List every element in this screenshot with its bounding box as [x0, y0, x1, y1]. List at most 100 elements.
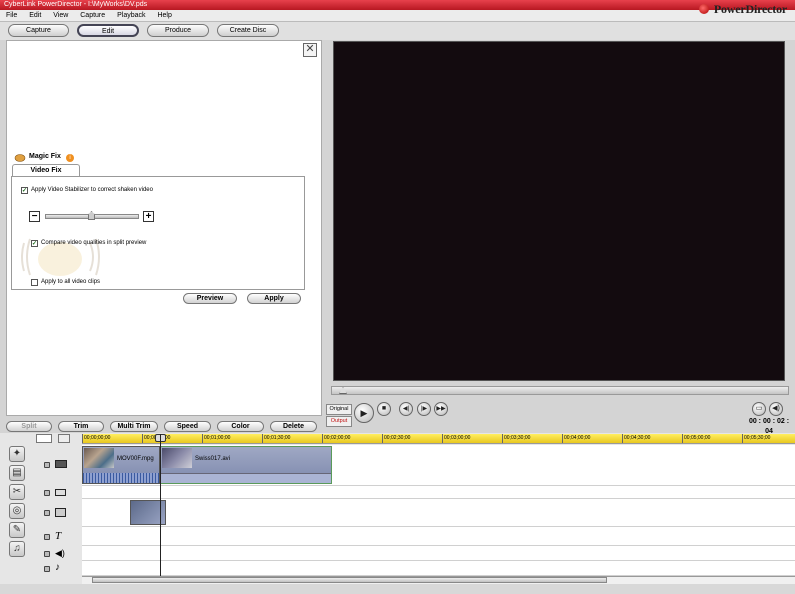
- pip-track[interactable]: [82, 499, 795, 527]
- timeline-view-icon[interactable]: [36, 434, 52, 443]
- music-track-icon: ♪: [55, 562, 60, 573]
- compare-checkbox[interactable]: ✓: [31, 240, 38, 247]
- play-button[interactable]: ▶: [354, 403, 374, 423]
- ruler-label: 00;03;30;00: [502, 434, 531, 443]
- pip-track-icon: [55, 508, 66, 517]
- effects-icon[interactable]: ✂: [9, 484, 25, 500]
- video-clip[interactable]: MOV00F.mpg: [82, 446, 160, 484]
- lock-icon[interactable]: [44, 534, 50, 540]
- video-track-icon: [55, 460, 67, 468]
- seek-bar[interactable]: [331, 386, 789, 395]
- title-track-icon: T: [55, 530, 62, 542]
- menu-view[interactable]: View: [53, 12, 68, 19]
- menu-capture[interactable]: Capture: [80, 12, 105, 19]
- previous-frame-button[interactable]: ◀|: [399, 402, 413, 416]
- video-clip[interactable]: Swiss017.avi: [160, 446, 332, 484]
- scrollbar-thumb[interactable]: [92, 577, 607, 583]
- display-button[interactable]: ▭: [752, 402, 766, 416]
- clip-thumbnail: [162, 448, 192, 468]
- music-track[interactable]: [82, 561, 795, 576]
- apply-button[interactable]: Apply: [247, 293, 301, 304]
- ruler-label: 00;00;00;00: [82, 434, 111, 443]
- close-panel-button[interactable]: ✕: [303, 43, 317, 57]
- title-icon[interactable]: ✎: [9, 522, 25, 538]
- clip-thumbnail: [84, 448, 114, 468]
- timecode-display: 00 : 00 : 02 : 04: [748, 418, 790, 435]
- lock-icon[interactable]: [44, 462, 50, 468]
- next-frame-button[interactable]: |▶: [417, 402, 431, 416]
- status-bar: [0, 584, 795, 594]
- preview-window: [333, 41, 785, 381]
- ruler-label: 00;04;00;00: [562, 434, 591, 443]
- volume-button[interactable]: ◀): [769, 402, 783, 416]
- info-icon[interactable]: i: [66, 154, 74, 162]
- create-disc-mode-button[interactable]: Create Disc: [217, 24, 279, 37]
- edit-mode-button[interactable]: Edit: [77, 24, 139, 37]
- magic-hand-icon: [14, 154, 26, 162]
- color-button[interactable]: Color: [217, 421, 264, 432]
- clip-name: Swiss017.avi: [195, 456, 231, 462]
- speed-button[interactable]: Speed: [164, 421, 211, 432]
- effect-track[interactable]: [82, 486, 795, 499]
- time-ruler[interactable]: 00;00;00;00 00;00;30;00 00;01;00;00 00;0…: [82, 434, 795, 444]
- audio-mixer-icon[interactable]: ♫: [9, 541, 25, 557]
- title-track[interactable]: [82, 527, 795, 546]
- play-icon: ▶: [360, 408, 368, 418]
- next-frame-icon: |▶: [420, 406, 428, 412]
- library-tools: ✦ ▤ ✂ ◎ ✎ ♫: [6, 446, 28, 558]
- clip-name: MOV00F.mpg: [117, 456, 154, 462]
- edit-toolbar: Split Trim Multi Trim Speed Color Delete: [0, 421, 330, 433]
- media-library-icon[interactable]: ▤: [9, 465, 25, 481]
- brand-logo: PowerDirector: [713, 2, 787, 16]
- menu-playback[interactable]: Playback: [117, 12, 145, 19]
- stop-icon: ■: [381, 405, 387, 412]
- ruler-label: 00;01;00;00: [202, 434, 231, 443]
- menu-help[interactable]: Help: [157, 12, 171, 19]
- audio-waveform: [83, 473, 159, 483]
- apply-all-checkbox[interactable]: [31, 279, 38, 286]
- lock-icon[interactable]: [44, 510, 50, 516]
- apply-all-label: Apply to all video clips: [41, 279, 101, 285]
- produce-mode-button[interactable]: Produce: [147, 24, 209, 37]
- fast-forward-button[interactable]: ▶▶: [434, 402, 448, 416]
- ruler-label: 00;05;30;00: [742, 434, 771, 443]
- pip-icon[interactable]: ◎: [9, 503, 25, 519]
- ruler-label: 00;02;00;00: [322, 434, 351, 443]
- ruler-label: 00;01;30;00: [262, 434, 291, 443]
- preview-button[interactable]: Preview: [183, 293, 237, 304]
- previous-frame-icon: ◀|: [402, 406, 410, 412]
- speaker-icon: ◀): [772, 405, 780, 412]
- title-bar: CyberLink PowerDirector - I:\MyWorks\DV.…: [0, 0, 795, 10]
- stabilizer-label: Apply Video Stabilizer to correct shaken…: [31, 187, 153, 193]
- original-button[interactable]: Original: [326, 404, 352, 415]
- compare-label: Compare video qualities in split preview: [41, 240, 147, 246]
- stabilizer-checkbox[interactable]: ✓: [21, 187, 28, 194]
- lock-icon[interactable]: [44, 551, 50, 557]
- ruler-label: 00;02;30;00: [382, 434, 411, 443]
- ruler-label: 00;03;00;00: [442, 434, 471, 443]
- capture-mode-button[interactable]: Capture: [8, 24, 69, 37]
- delete-button[interactable]: Delete: [270, 421, 317, 432]
- menu-edit[interactable]: Edit: [29, 12, 41, 19]
- menu-bar: File Edit View Capture Playback Help: [0, 10, 795, 22]
- lock-icon[interactable]: [44, 566, 50, 572]
- fast-forward-icon: ▶▶: [436, 406, 446, 412]
- decrease-button[interactable]: −: [29, 211, 40, 222]
- storyboard-view-icon[interactable]: [58, 434, 70, 443]
- magic-wand-icon[interactable]: ✦: [9, 446, 25, 462]
- lock-icon[interactable]: [44, 490, 50, 496]
- monitor-icon: ▭: [755, 405, 763, 412]
- playhead-line: [160, 434, 161, 576]
- stop-button[interactable]: ■: [377, 402, 391, 416]
- voice-track[interactable]: [82, 546, 795, 561]
- trim-button[interactable]: Trim: [58, 421, 104, 432]
- multi-trim-button[interactable]: Multi Trim: [110, 421, 158, 432]
- mode-bar: Capture Edit Produce Create Disc: [0, 22, 795, 40]
- audio-track-empty: [161, 473, 331, 483]
- menu-file[interactable]: File: [6, 12, 17, 19]
- effect-track-icon: [55, 489, 66, 496]
- ruler-label: 00;04;30;00: [622, 434, 651, 443]
- split-button[interactable]: Split: [6, 421, 52, 432]
- increase-button[interactable]: +: [143, 211, 154, 222]
- cyberlink-logo-icon: [699, 4, 709, 14]
